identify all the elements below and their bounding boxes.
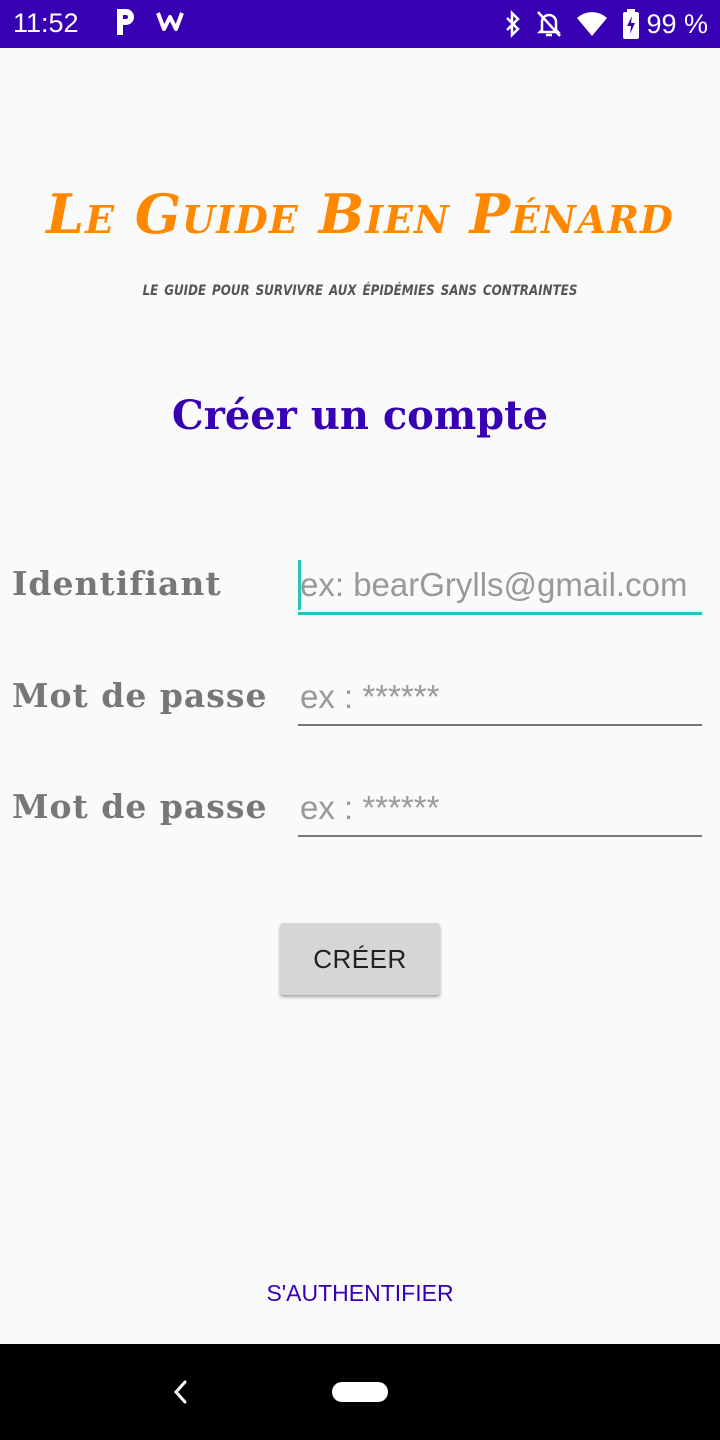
page-title: Créer un compte bbox=[171, 392, 549, 439]
p-app-icon bbox=[117, 9, 134, 35]
password-field[interactable] bbox=[298, 672, 704, 726]
password-label: Mot de passe bbox=[12, 676, 268, 715]
battery-icon bbox=[623, 9, 640, 39]
bell-off-icon bbox=[537, 11, 562, 37]
home-pill-icon[interactable] bbox=[332, 1382, 388, 1402]
password-confirm-label: Mot de passe bbox=[12, 787, 268, 826]
status-bar: 11:52 99 % bbox=[0, 0, 720, 48]
login-link[interactable]: S'AUTHENTIFIER bbox=[0, 1280, 720, 1307]
wifi-icon bbox=[577, 12, 608, 36]
battery-percent: 99 % bbox=[646, 8, 708, 39]
w-app-icon bbox=[156, 12, 184, 31]
bluetooth-icon bbox=[506, 10, 521, 38]
status-icons: 99 % bbox=[490, 6, 708, 42]
username-field[interactable] bbox=[298, 560, 704, 615]
text-cursor bbox=[298, 560, 301, 610]
status-time: 11:52 bbox=[13, 8, 79, 38]
app-subtitle: le guide pour survivre aux épidémies san… bbox=[142, 276, 578, 300]
username-label: Identifiant bbox=[12, 564, 222, 603]
username-input[interactable] bbox=[298, 560, 704, 610]
create-account-button[interactable]: CRÉER bbox=[280, 923, 440, 995]
app-title: Le Guide Bien Pénard bbox=[46, 182, 674, 246]
password-input[interactable] bbox=[298, 672, 704, 722]
password-confirm-field[interactable] bbox=[298, 783, 704, 837]
back-icon[interactable] bbox=[170, 1378, 190, 1406]
password-confirm-input[interactable] bbox=[298, 783, 704, 833]
